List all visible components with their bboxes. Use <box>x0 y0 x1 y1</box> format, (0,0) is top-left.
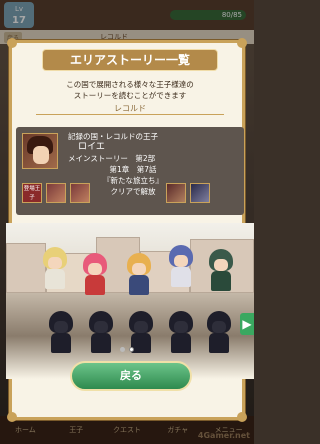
silhouette-body <box>131 333 151 353</box>
pagination-dots <box>120 347 134 352</box>
unlock-condition: クリアで解放 <box>110 187 156 196</box>
section-divider <box>36 114 224 115</box>
portrait-face <box>33 146 49 164</box>
next-arrow-icon[interactable]: ▶ <box>240 313 254 335</box>
corner-ornament <box>237 38 247 48</box>
silhouette-face <box>174 321 188 333</box>
prince-portrait <box>22 133 58 169</box>
description-line: ストーリーを読むことができます <box>73 91 187 100</box>
prince-name: ロイエ <box>78 142 105 152</box>
chibi-body <box>211 271 231 291</box>
back-button[interactable]: 戻る <box>70 361 192 391</box>
chibi-body <box>129 275 149 295</box>
chibi-face <box>214 259 228 271</box>
silhouette-face <box>94 321 108 333</box>
chibi-face <box>88 263 102 275</box>
silhouette-face <box>134 321 148 333</box>
silhouette-body <box>51 333 71 353</box>
character-banner: ▶ <box>6 223 254 379</box>
silhouette-body <box>171 333 191 353</box>
story-subtitle: 記録の国・レコルドの王子 <box>68 132 158 141</box>
modal-title: エリアストーリー一覧 <box>42 49 218 71</box>
silhouette-body <box>91 333 111 353</box>
chibi-face <box>174 255 188 267</box>
appearing-prince-tag: 登場王子 <box>22 183 42 203</box>
chapter-label: 第1章 第7話 <box>109 165 157 174</box>
modal-description: この国で展開される様々な王子様達の ストーリーを読むことができます <box>24 79 236 101</box>
description-line: この国で展開される様々な王子様達の <box>66 80 194 89</box>
area-story-modal: エリアストーリー一覧 この国で展開される様々な王子様達の ストーリーを読むことが… <box>6 38 254 422</box>
corner-ornament <box>7 412 17 422</box>
corner-ornament <box>237 412 247 422</box>
silhouette-face <box>212 321 226 333</box>
page-dot-active[interactable] <box>129 347 134 352</box>
silhouette-body <box>209 333 229 353</box>
episode-title: 『新たな旅立ち』 <box>103 176 163 185</box>
section-label: レコルド <box>114 104 146 113</box>
main-story-label: メインストーリー 第2部 <box>68 154 156 163</box>
building <box>6 243 46 293</box>
silhouette-face <box>54 321 68 333</box>
corner-ornament <box>7 38 17 48</box>
chibi-face <box>132 263 146 275</box>
chibi-body <box>45 269 65 289</box>
chibi-face <box>48 257 62 269</box>
story-card[interactable]: 登場王子 記録の国・レコルドの王子 ロイエ メインストーリー 第2部 第1章 第… <box>16 127 244 215</box>
chibi-body <box>171 267 191 287</box>
page-dot[interactable] <box>120 347 125 352</box>
story-info: 記録の国・レコルドの王子 ロイエ メインストーリー 第2部 第1章 第7話 『新… <box>68 131 240 197</box>
chibi-body <box>85 275 105 295</box>
sub-portrait <box>46 183 66 203</box>
